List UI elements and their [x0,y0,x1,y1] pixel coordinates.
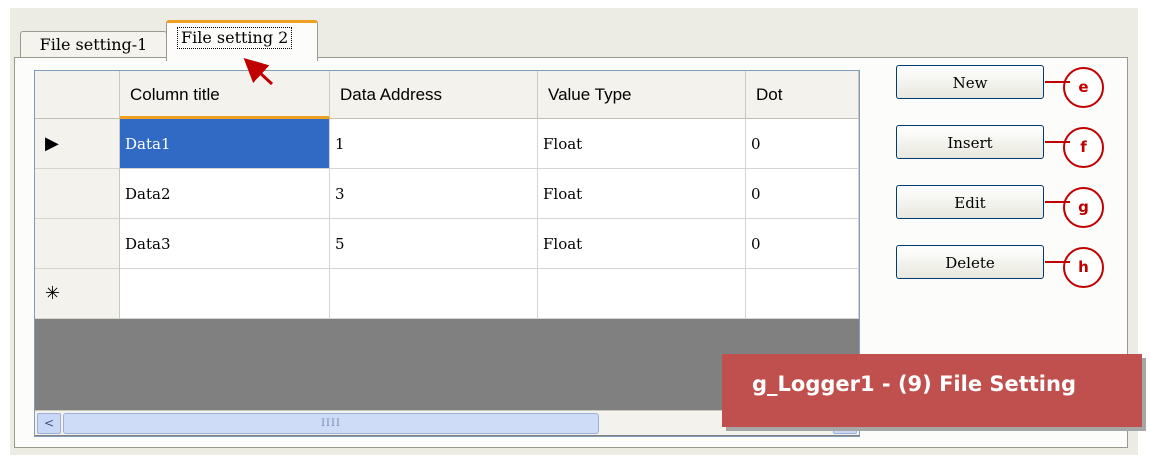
figure-caption: g_Logger1 - (9) File Setting [752,372,1076,396]
figure-caption-banner: g_Logger1 - (9) File Setting [722,354,1142,427]
tab-pointer-arrow [243,57,274,86]
